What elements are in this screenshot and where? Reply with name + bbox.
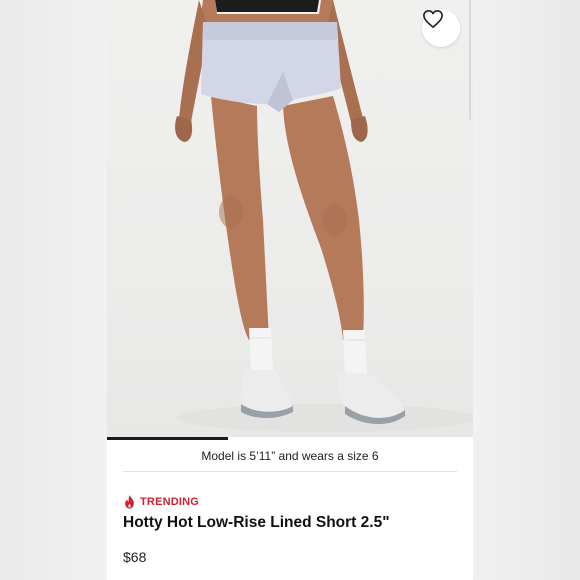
gallery-progress <box>107 437 473 440</box>
model-photo <box>175 0 473 432</box>
product-price: $68 <box>123 549 147 565</box>
right-backdrop <box>473 0 580 580</box>
gallery-progress-fill <box>107 437 228 440</box>
favorite-button[interactable] <box>422 9 460 47</box>
divider <box>123 471 457 472</box>
flame-icon <box>125 495 134 509</box>
trending-badge: TRENDING <box>124 495 199 509</box>
model-size-note: Model is 5’11” and wears a size 6 <box>201 449 379 463</box>
product-screen: Model is 5’11” and wears a size 6 TRENDI… <box>107 0 473 580</box>
trending-label: TRENDING <box>140 496 200 508</box>
image-scrollbar[interactable] <box>469 0 471 120</box>
product-image[interactable] <box>107 0 473 440</box>
left-backdrop <box>0 0 107 580</box>
product-title[interactable]: Hotty Hot Low-Rise Lined Short 2.5" <box>123 514 390 532</box>
heart-outline-icon <box>423 10 443 28</box>
